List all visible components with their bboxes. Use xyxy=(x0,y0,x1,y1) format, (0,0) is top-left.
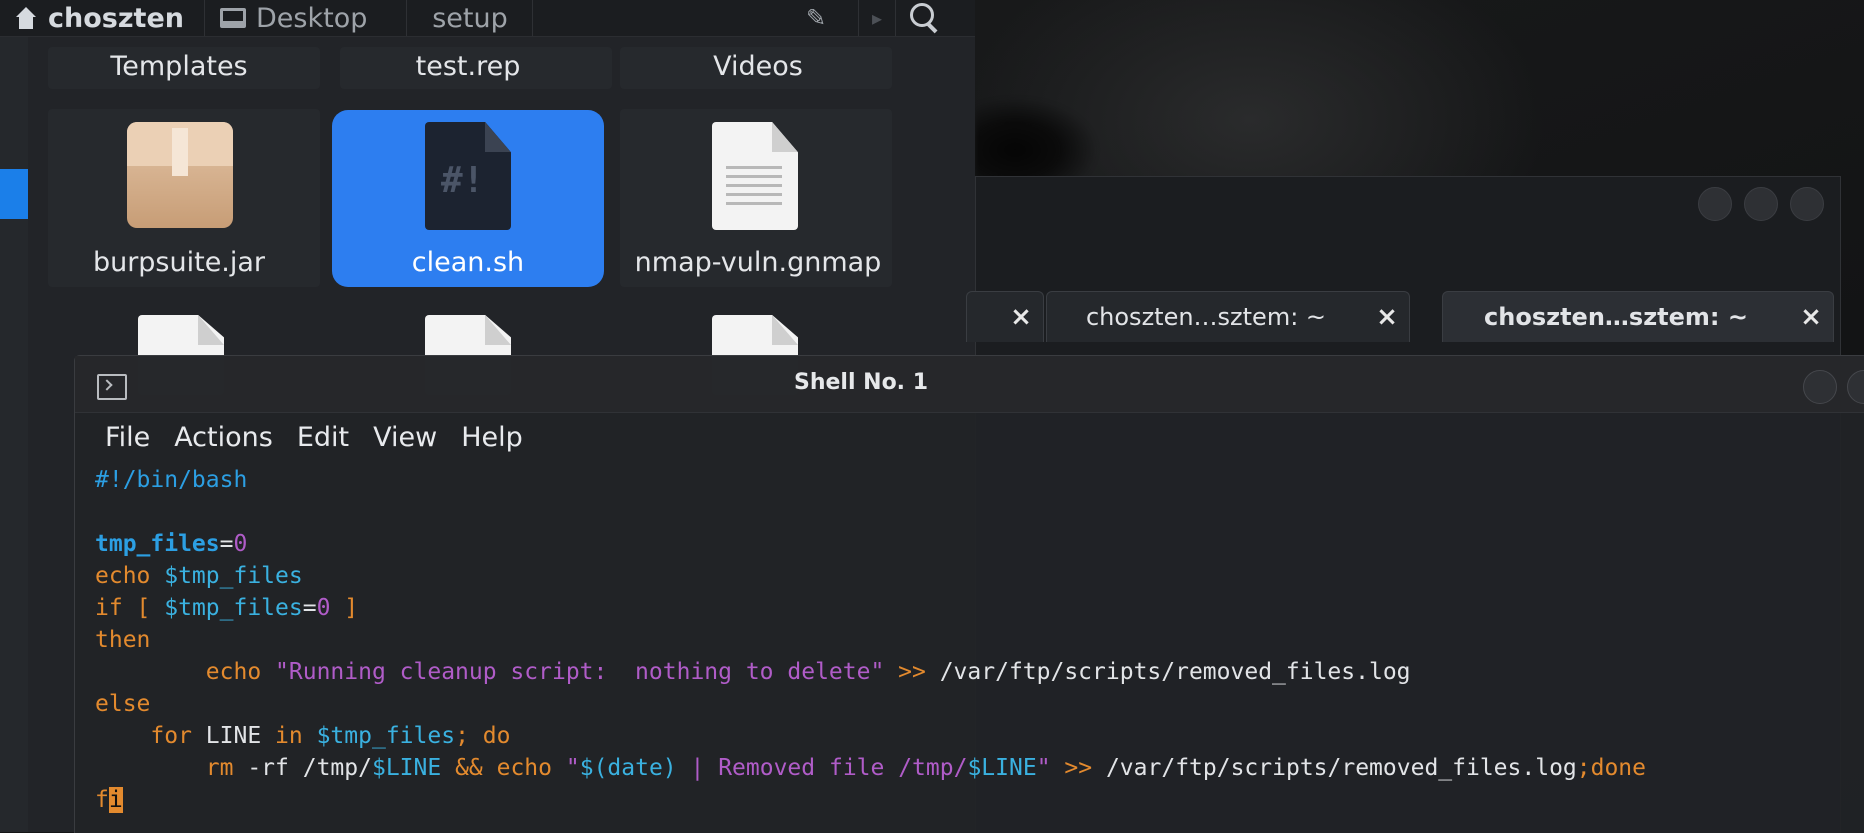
minimize-button[interactable] xyxy=(1698,187,1732,221)
text-file-icon xyxy=(712,122,798,230)
code-line: #!/bin/bash xyxy=(95,467,248,493)
edit-location-icon[interactable]: ✎ xyxy=(802,4,830,32)
code-line: if [ $tmp_files=0 ] xyxy=(95,595,359,621)
maximize-button[interactable] xyxy=(1744,187,1778,221)
search-icon[interactable] xyxy=(908,2,944,34)
breadcrumb-setup[interactable]: setup xyxy=(408,0,533,36)
window-title: Shell No. 1 xyxy=(793,370,929,395)
home-icon xyxy=(14,7,38,29)
script-icon: #! xyxy=(425,122,511,230)
menu-bar: File Actions Edit View Help xyxy=(75,412,1864,462)
minimize-button[interactable] xyxy=(1803,370,1837,404)
file-label-clean-sh[interactable]: clean.sh xyxy=(338,247,598,278)
menu-actions[interactable]: Actions xyxy=(174,422,297,453)
terminal-tab-3-active[interactable]: choszten…sztem: ~ × xyxy=(1442,291,1834,342)
menu-view[interactable]: View xyxy=(373,422,461,453)
close-tab-icon[interactable]: × xyxy=(1365,302,1409,332)
close-tab-icon[interactable]: × xyxy=(1789,302,1833,332)
file-label-nmap-gnmap[interactable]: nmap-vuln.gnmap xyxy=(628,247,888,278)
tab-label: choszten…sztem: ~ xyxy=(1085,303,1327,331)
terminal-tab-bar: × choszten…sztem: ~ × choszten…sztem: ~ … xyxy=(966,287,1840,343)
code-line: for LINE in $tmp_files; do xyxy=(150,723,511,749)
text-cursor: i xyxy=(108,787,123,813)
terminal-tab-1[interactable]: × xyxy=(966,291,1044,342)
tab-label: choszten…sztem: ~ xyxy=(1484,303,1748,331)
code-line: echo $tmp_files xyxy=(95,563,303,589)
breadcrumb-setup-label: setup xyxy=(432,2,508,34)
code-line: tmp_files=0 xyxy=(95,531,248,557)
code-line: else xyxy=(95,691,151,717)
sidebar-selected-item[interactable] xyxy=(0,169,28,219)
terminal-tab-2[interactable]: choszten…sztem: ~ × xyxy=(1046,291,1410,342)
code-line: echo "Running cleanup script: nothing to… xyxy=(205,659,1411,685)
chevron-right-icon[interactable]: ▸ xyxy=(858,0,896,36)
menu-edit[interactable]: Edit xyxy=(297,422,373,453)
code-line: fi xyxy=(95,787,123,813)
breadcrumb-desktop-label: Desktop xyxy=(256,2,368,34)
code-line: rm -rf /tmp/$LINE && echo "$(date) | Rem… xyxy=(205,755,1647,781)
menu-help[interactable]: Help xyxy=(461,422,537,453)
editor-text-area[interactable]: #!/bin/bash tmp_files=0 echo $tmp_files … xyxy=(95,464,1864,833)
breadcrumb-desktop[interactable]: Desktop xyxy=(206,0,407,36)
breadcrumb-home-label: choszten xyxy=(48,2,185,34)
desktop-icon xyxy=(220,8,246,28)
file-label-videos[interactable]: Videos xyxy=(628,51,888,82)
breadcrumb-home[interactable]: choszten xyxy=(0,0,205,36)
shell-terminal-window: Shell No. 1 File Actions Edit View Help … xyxy=(74,355,1864,833)
file-label-templates[interactable]: Templates xyxy=(49,51,309,82)
archive-icon xyxy=(127,122,233,228)
close-tab-icon[interactable]: × xyxy=(999,302,1043,332)
file-label-test-rep[interactable]: test.rep xyxy=(338,51,598,82)
places-sidebar xyxy=(0,37,29,832)
code-line: then xyxy=(95,627,151,653)
terminal-titlebar[interactable]: Shell No. 1 xyxy=(75,356,1864,413)
close-window-button[interactable] xyxy=(1790,187,1824,221)
path-bar: choszten Desktop setup ✎ ▸ xyxy=(0,0,975,37)
file-label-burpsuite[interactable]: burpsuite.jar xyxy=(49,247,309,278)
menu-file[interactable]: File xyxy=(75,422,174,453)
